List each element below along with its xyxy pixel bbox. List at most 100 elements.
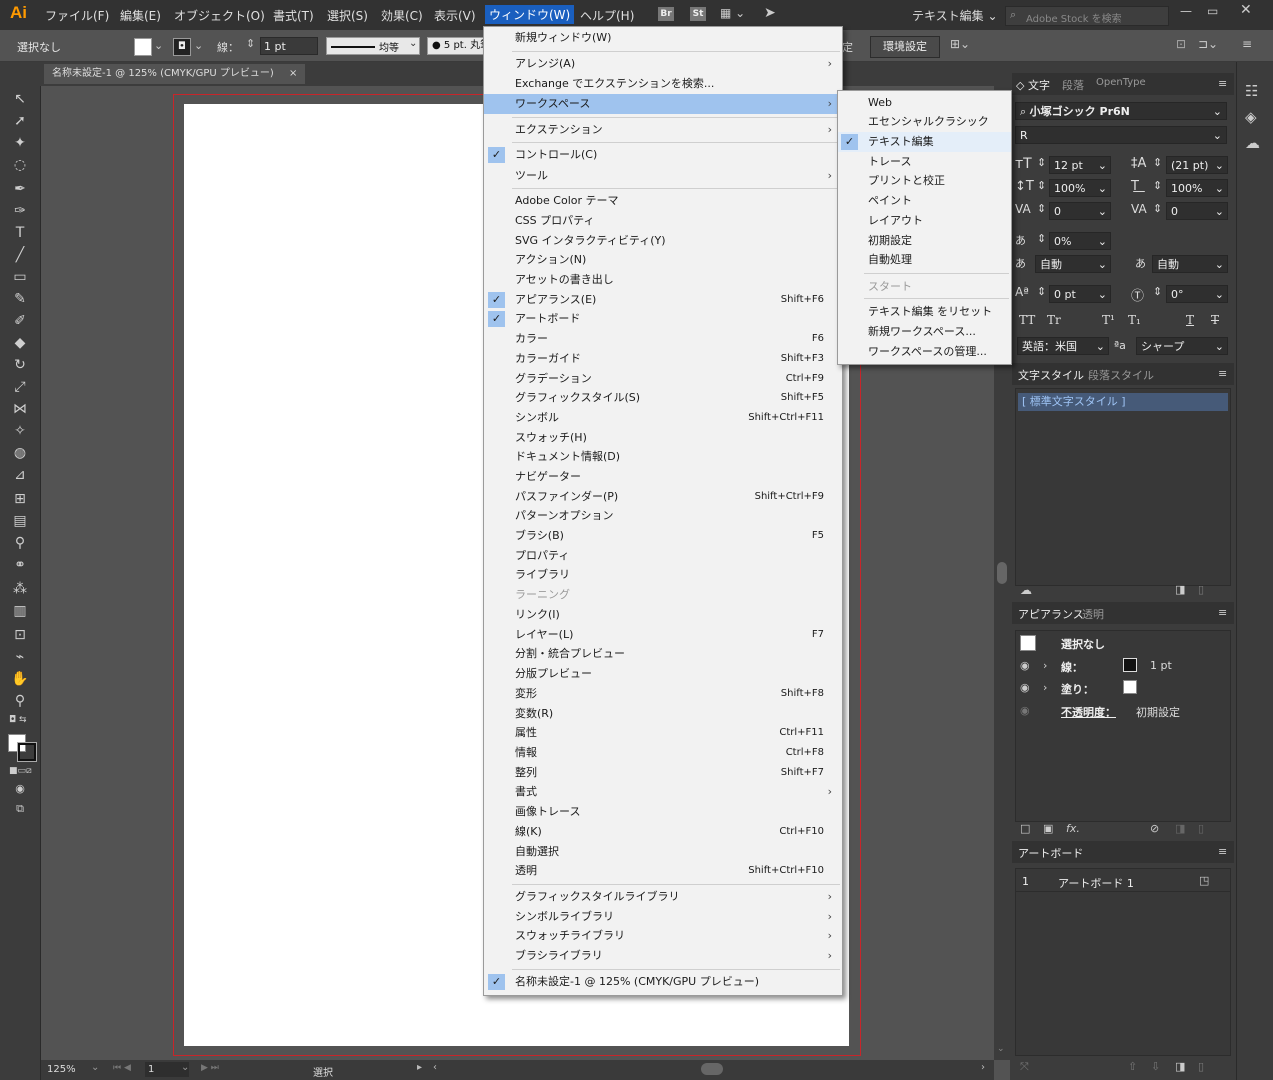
duplicate-icon[interactable]: ◨ [1175,822,1185,835]
window-menu-item[interactable]: アレンジ(A) › [484,54,842,74]
paintbrush-icon[interactable]: ✎ [11,290,29,308]
gradient-tool-icon[interactable]: ▤ [11,512,29,530]
workspace-menu-item[interactable]: 新規ワークスペース... [838,322,1011,342]
window-menu-item[interactable]: 整列 Shift+F7 [484,763,842,783]
eraser-icon[interactable]: ◆ [11,334,29,352]
window-menu-item[interactable]: 画像トレース [484,802,842,822]
brush-select[interactable]: ● 5 pt. 丸筆 [427,37,485,55]
eye-icon[interactable]: ◉ [1020,659,1030,672]
artboard-dropdown-icon[interactable]: ⌄ [181,1062,189,1073]
scroll-down-icon[interactable]: ⌄ [997,1044,1005,1054]
window-menu-item[interactable]: SVG インタラクティビティ(Y) [484,231,842,251]
leading-field[interactable]: (21 pt) ⌄ [1166,156,1228,174]
stepper-icon[interactable]: ⇕ [1037,202,1046,215]
window-menu-item[interactable]: シンボル Shift+Ctrl+F11 [484,408,842,428]
fill-swatch[interactable] [134,38,152,56]
font-family-select[interactable]: ⌕ 小塚ゴシック Pr6N ⌄ [1015,102,1227,120]
stepper-icon[interactable]: ⇕ [1153,179,1162,192]
window-menu-item[interactable]: パターンオプション [484,506,842,526]
send-icon[interactable]: ➤ [764,5,776,21]
window-menu-item[interactable]: エクステンション › [484,120,842,140]
window-menu-item[interactable]: グラフィックスタイル(S) Shift+F5 [484,388,842,408]
move-up-icon[interactable]: ⇧ [1128,1060,1137,1073]
stepper-icon[interactable]: ⇕ [1153,156,1162,169]
window-menu-item[interactable]: グラデーション Ctrl+F9 [484,369,842,389]
baseline-shift-field[interactable]: 0 pt ⌄ [1049,285,1111,303]
shaper-tool-icon[interactable]: ✐ [11,312,29,330]
chevron-right-icon[interactable]: › [1043,659,1047,672]
document-tab[interactable]: 名称未設定-1 @ 125% (CMYK/GPU プレビュー) × [44,64,306,84]
zoom-level[interactable]: 125% [47,1064,76,1075]
stroke-weight-field[interactable]: 1 pt [260,37,318,55]
workspace-menu-item[interactable]: 自動処理 [838,250,1011,270]
shape-builder-icon[interactable]: ◍ [11,444,29,462]
stepper-icon[interactable]: ⇕ [1153,202,1162,215]
tab-transparency[interactable]: 透明 [1082,606,1104,622]
eyedropper-icon[interactable]: ⚲ [11,534,29,552]
pen-tool-icon[interactable]: ✒ [11,180,29,198]
window-menu-item[interactable]: スウォッチ(H) [484,428,842,448]
chevron-right-icon[interactable]: › [1043,681,1047,694]
artboard-next-icons[interactable]: ▶ ⏭ [201,1063,219,1073]
scale-tool-icon[interactable]: ⤢ [11,378,29,396]
window-menu-item[interactable]: スウォッチライブラリ › [484,926,842,946]
align-icon[interactable]: ⊞⌄ [950,37,970,51]
eye-icon[interactable]: ◉ [1020,704,1030,717]
status-menu-icon[interactable]: ▸ [417,1062,422,1073]
zoom-dropdown-icon[interactable]: ⌄ [91,1062,99,1073]
puppet-warp-icon[interactable]: ✧ [11,422,29,440]
panel-menu-icon[interactable]: ≡ [1218,606,1227,619]
tab-appearance[interactable]: アピアランス [1018,606,1084,622]
layers-panel-icon[interactable]: ◈ [1245,108,1257,126]
window-menu-item[interactable]: Exchange でエクステンションを検索... [484,74,842,94]
fill-dropdown-icon[interactable]: ⌄ [154,39,163,52]
artboard-name[interactable]: アートボード 1 [1058,875,1134,891]
aki-left-select[interactable]: 自動 ⌄ [1035,255,1111,273]
screen-mode-icon[interactable]: ⧉ [11,800,29,818]
window-menu-item[interactable]: 分割・統合プレビュー [484,644,842,664]
aki-right-select[interactable]: 自動 ⌄ [1152,255,1228,273]
window-menu-item[interactable]: ドキュメント情報(D) [484,447,842,467]
trash-icon[interactable]: ▯ [1198,1060,1204,1073]
arrange-icon[interactable]: ⊡ [1176,37,1186,51]
menu-object[interactable]: オブジェクト(O) [174,7,265,24]
workspace-menu-item[interactable]: ✓ テキスト編集 [838,132,1011,152]
hand-tool-icon[interactable]: ✋ [11,670,29,688]
rotation-field[interactable]: 0° ⌄ [1166,285,1228,303]
stepper-icon[interactable]: ⇕ [1037,179,1046,192]
line-tool-icon[interactable]: ╱ [11,246,29,264]
close-tab-icon[interactable]: × [289,68,297,79]
stroke-row-value[interactable]: 1 pt [1150,659,1172,672]
opacity-row-label[interactable]: 不透明度： [1061,704,1116,720]
menu-type[interactable]: 書式(T) [273,7,314,24]
window-menu-item[interactable]: 透明 Shift+Ctrl+F10 [484,861,842,881]
menu-window[interactable]: ウィンドウ(W) [485,5,575,24]
tsume-field[interactable]: 0% ⌄ [1049,232,1111,250]
kerning-field[interactable]: 0 ⌄ [1049,202,1111,220]
workspace-menu-item[interactable]: レイアウト [838,211,1011,231]
stroke-profile-select[interactable]: 均等 ⌄ [326,37,420,55]
menu-select[interactable]: 選択(S) [327,7,368,24]
workspace-menu-item[interactable]: ペイント [838,191,1011,211]
stroke-color-box[interactable] [17,742,37,762]
window-menu-item[interactable]: 変数(R) [484,704,842,724]
graph-tool-icon[interactable]: ▥ [11,602,29,620]
scroll-right-icon[interactable]: › [981,1062,985,1073]
workspace-menu-item[interactable]: テキスト編集 をリセット [838,302,1011,322]
all-caps-button[interactable]: TT [1019,313,1035,327]
clear-appearance-icon[interactable]: ⊘ [1150,822,1159,835]
rotate-tool-icon[interactable]: ↻ [11,356,29,374]
menu-help[interactable]: ヘルプ(H) [580,7,634,24]
add-fill-icon[interactable]: ▣ [1043,822,1053,835]
window-menu-item[interactable]: 自動選択 [484,842,842,862]
libraries-panel-icon[interactable]: ☁ [1245,134,1260,152]
window-menu-item[interactable]: グラフィックスタイルライブラリ › [484,887,842,907]
window-menu-item[interactable]: カラー F6 [484,329,842,349]
window-menu-item[interactable]: アクション(N) [484,250,842,270]
cloud-icon[interactable]: ☁ [1020,583,1032,597]
properties-panel-icon[interactable]: ☷ [1245,82,1258,100]
menu-file[interactable]: ファイル(F) [45,7,109,24]
isolate-icon[interactable]: ⊐⌄ [1198,37,1218,51]
window-menu-item[interactable]: ラーニング [484,585,842,605]
type-tool-icon[interactable]: T [11,224,29,242]
